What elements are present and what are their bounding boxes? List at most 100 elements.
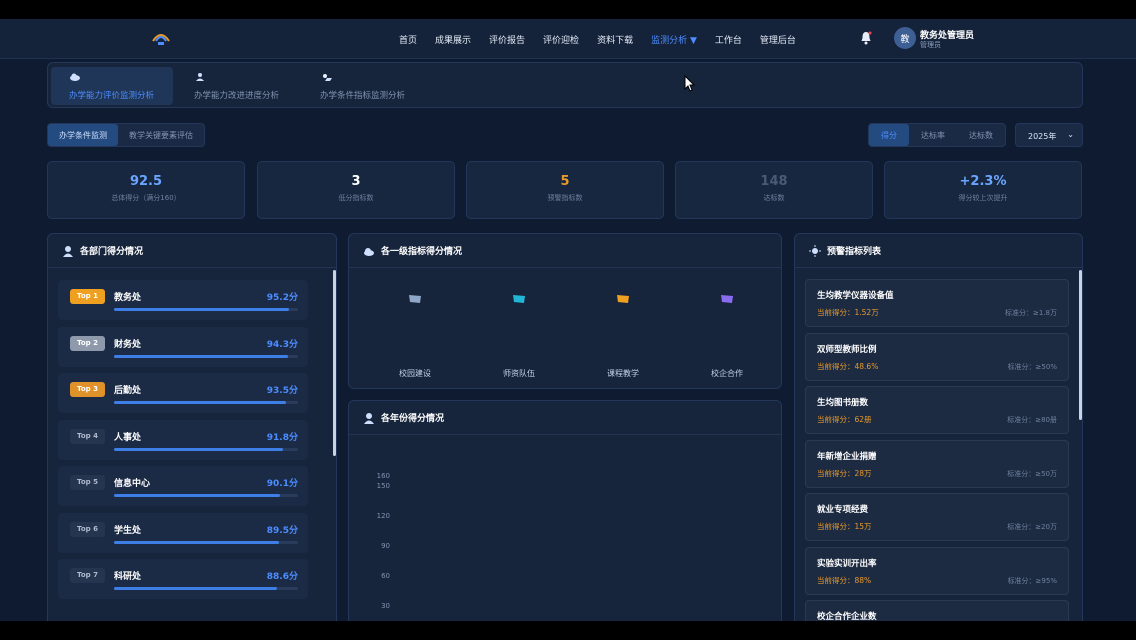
warning-standard: 标准分：≥95% bbox=[1007, 576, 1057, 585]
department-name: 后勤处 bbox=[114, 386, 142, 396]
nav-item[interactable]: 首页 bbox=[390, 33, 426, 46]
nav-item[interactable]: 资料下载 bbox=[588, 33, 642, 46]
nav-item[interactable]: 监测分析 ▼ bbox=[642, 33, 706, 46]
score-bar bbox=[114, 354, 298, 358]
stat-label: 预警指标数 bbox=[547, 194, 583, 202]
rank-badge: Top 7 bbox=[70, 568, 105, 583]
nav-item[interactable]: 工作台 bbox=[706, 33, 751, 46]
rank-badge: Top 5 bbox=[70, 475, 105, 490]
nav-item[interactable]: 管理后台 bbox=[751, 33, 805, 46]
rank-badge: Top 6 bbox=[70, 521, 105, 537]
warning-item[interactable]: 生均教学仪器设备值 当前得分：1.52万 标准分：≥1.8万 bbox=[805, 279, 1069, 327]
bell-icon[interactable] bbox=[860, 31, 872, 45]
yearly-scores-panel: 各年份得分情况 0306090120150160 bbox=[348, 400, 782, 621]
department-row[interactable]: Top 3 后勤处 93.5分 bbox=[58, 373, 308, 413]
y-tick-label: 150 bbox=[377, 482, 390, 490]
score-bar-fill bbox=[114, 308, 290, 311]
department-name: 科研处 bbox=[114, 572, 142, 582]
year-value: 2025年 bbox=[1028, 132, 1057, 141]
warning-title: 双师型教师比例 bbox=[817, 344, 877, 355]
stat-value: 5 bbox=[560, 174, 570, 189]
panel-title: 各一级指标得分情况 bbox=[381, 247, 463, 257]
subtab-condition-monitor[interactable]: 办学条件监测 bbox=[48, 124, 118, 146]
score-bar bbox=[114, 540, 298, 544]
warning-item[interactable]: 实验实训开出率 当前得分：88% 标准分：≥95% bbox=[805, 546, 1069, 595]
nav-item[interactable]: 成果展示 bbox=[426, 33, 480, 46]
department-name: 教务处 bbox=[114, 293, 142, 303]
stat-value: 148 bbox=[760, 174, 788, 189]
warning-item[interactable]: 生均图书册数 当前得分：62册 标准分：≥80册 bbox=[805, 386, 1069, 434]
warning-item[interactable]: 双师型教师比例 当前得分：48.6% 标准分：≥50% bbox=[805, 332, 1069, 381]
indicator-rate-placeholder bbox=[489, 325, 549, 332]
indicator-name: 师资队伍 bbox=[503, 369, 535, 378]
department-score: 90.1分 bbox=[266, 479, 298, 489]
metric-pass-count[interactable]: 达标数 bbox=[957, 124, 1005, 146]
panel-title: 预警指标列表 bbox=[827, 247, 882, 257]
score-bar bbox=[114, 308, 298, 311]
bottom-bar bbox=[0, 621, 1136, 640]
department-score: 88.6分 bbox=[266, 572, 298, 582]
subtab-key-elements[interactable]: 教学关键要素评估 bbox=[118, 124, 204, 146]
stat-card-improvement: +2.3% 得分较上次提升 bbox=[884, 161, 1082, 219]
warning-item[interactable]: 就业专项经费 当前得分：15万 标准分：≥20万 bbox=[805, 493, 1069, 541]
indicator-name: 校企合作 bbox=[711, 369, 743, 378]
metric-pass-rate[interactable]: 达标率 bbox=[909, 124, 957, 146]
warning-item[interactable]: 校企合作企业数 bbox=[805, 600, 1069, 621]
stat-value: 3 bbox=[351, 174, 361, 189]
indicator-item[interactable]: 课程教学 bbox=[593, 288, 653, 379]
stat-label: 总体得分（满分160） bbox=[111, 194, 181, 202]
warning-current: 当前得分：88% bbox=[817, 575, 872, 585]
flag-icon bbox=[513, 295, 525, 303]
warning-title: 生均图书册数 bbox=[817, 398, 869, 408]
score-bar bbox=[114, 447, 298, 451]
rank-badge: Top 4 bbox=[70, 428, 105, 444]
warning-title: 实验实训开出率 bbox=[817, 558, 877, 569]
indicator-scores-panel: 各一级指标得分情况 校园建设 师资队伍 课程教学 校企合作 bbox=[348, 233, 782, 389]
department-row[interactable]: Top 7 科研处 88.6分 bbox=[58, 559, 308, 599]
warning-standard: 标准分：≥80册 bbox=[1007, 416, 1057, 424]
stat-label: 低分指标数 bbox=[338, 194, 374, 202]
warning-current: 当前得分：62册 bbox=[817, 415, 872, 424]
department-score: 95.2分 bbox=[266, 293, 298, 303]
stat-card-low-score: 3 低分指标数 bbox=[257, 161, 455, 219]
nav-item[interactable]: 评价迎检 bbox=[534, 33, 588, 46]
metric-score[interactable]: 得分 bbox=[869, 124, 909, 146]
indicator-item[interactable]: 校园建设 bbox=[385, 288, 445, 379]
scrollbar[interactable] bbox=[333, 270, 336, 456]
department-score: 89.5分 bbox=[266, 525, 298, 536]
person-icon bbox=[364, 412, 374, 424]
panel-header: 各年份得分情况 bbox=[349, 401, 781, 435]
warning-title: 就业专项经费 bbox=[817, 505, 869, 515]
warning-item[interactable]: 年新增企业捐赠 当前得分：28万 标准分：≥50万 bbox=[805, 439, 1069, 488]
stat-card-total-score: 92.5 总体得分（满分160） bbox=[47, 161, 245, 219]
warning-standard: 标准分：≥20万 bbox=[1007, 523, 1057, 531]
indicator-item[interactable]: 师资队伍 bbox=[489, 288, 549, 379]
department-row[interactable]: Top 1 教务处 95.2分 bbox=[58, 280, 308, 320]
indicator-rate-placeholder bbox=[593, 325, 653, 332]
tab-ability-evaluation[interactable]: 办学能力评价监测分析 bbox=[51, 67, 173, 105]
department-row[interactable]: Top 5 信息中心 90.1分 bbox=[58, 466, 308, 506]
department-row[interactable]: Top 4 人事处 91.8分 bbox=[58, 419, 308, 460]
indicator-rate-placeholder bbox=[385, 325, 445, 332]
panel-title: 各部门得分情况 bbox=[80, 247, 144, 257]
scrollbar[interactable] bbox=[1079, 270, 1082, 420]
indicator-rate-placeholder bbox=[697, 325, 757, 332]
department-row[interactable]: Top 6 学生处 89.5分 bbox=[58, 512, 308, 553]
yearly-bar-chart: 0306090120150160 bbox=[349, 435, 781, 621]
warning-list-panel: 预警指标列表 生均教学仪器设备值 当前得分：1.52万 标准分：≥1.8万 双师型教师… bbox=[794, 233, 1083, 621]
cloud-icon bbox=[70, 73, 80, 81]
year-select[interactable]: 2025年 ⌄ bbox=[1015, 123, 1083, 147]
user-role: 管理员 bbox=[920, 41, 941, 49]
score-bar bbox=[114, 494, 298, 497]
score-bar-fill bbox=[114, 494, 280, 497]
tab-improvement-progress[interactable]: 办学能力改进进度分析 bbox=[176, 67, 296, 105]
flag-icon bbox=[409, 295, 421, 303]
department-name: 人事处 bbox=[114, 432, 142, 443]
nav-item[interactable]: 评价报告 bbox=[480, 33, 534, 46]
stat-label: 得分较上次提升 bbox=[958, 194, 1008, 202]
indicator-score-placeholder bbox=[385, 315, 445, 322]
avatar[interactable]: 教 bbox=[894, 27, 916, 49]
indicator-item[interactable]: 校企合作 bbox=[697, 288, 757, 379]
department-row[interactable]: Top 2 财务处 94.3分 bbox=[58, 326, 308, 367]
tab-condition-indicators[interactable]: 办学条件指标监测分析 bbox=[302, 67, 432, 105]
